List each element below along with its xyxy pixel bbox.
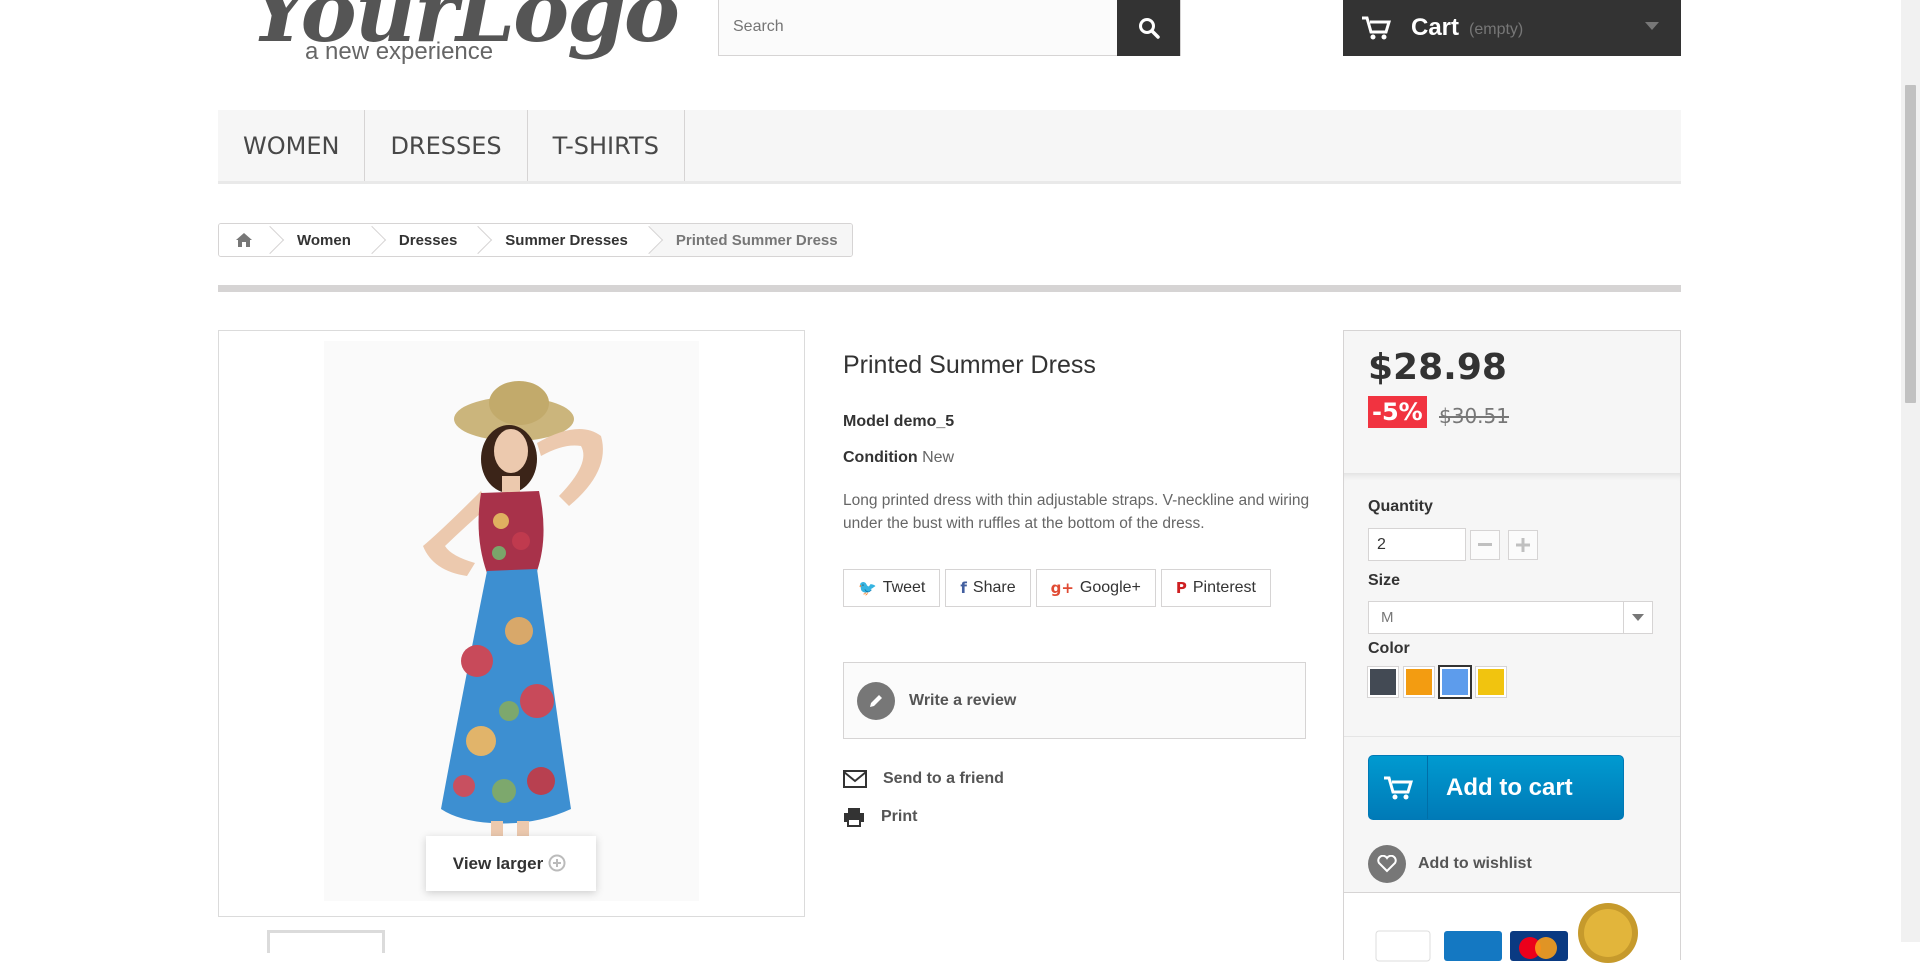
quantity-label: Quantity — [1368, 498, 1433, 515]
menu-item-women[interactable]: WOMEN — [218, 110, 366, 181]
main-menu: WOMEN DRESSES T-SHIRTS — [218, 110, 1681, 184]
condition-value: New — [922, 449, 955, 466]
pinterest-button[interactable]: P Pinterest — [1160, 569, 1271, 607]
search-box — [718, 0, 1181, 56]
logo-tagline: a new experience — [305, 38, 494, 65]
cart-dropdown[interactable]: Cart (empty) — [1343, 0, 1681, 56]
condition-label: Condition — [843, 449, 918, 466]
print-label: Print — [881, 808, 918, 825]
buy-box: $28.98 -5% $30.51 Quantity 2 Size M Colo… — [1343, 330, 1681, 963]
breadcrumb-dresses[interactable]: Dresses — [372, 224, 480, 256]
quantity-decrease-button[interactable] — [1470, 530, 1500, 560]
chevron-down-icon — [1645, 22, 1659, 30]
home-icon — [236, 233, 252, 247]
google-plus-label: Google+ — [1079, 579, 1141, 596]
color-swatch-dark[interactable] — [1368, 667, 1398, 697]
facebook-icon: f — [960, 579, 967, 597]
size-select[interactable]: M — [1368, 601, 1653, 634]
breadcrumb-summer-dresses[interactable]: Summer Dresses — [479, 224, 650, 256]
cart-icon — [1362, 16, 1391, 40]
add-to-wishlist-link[interactable]: Add to wishlist — [1368, 845, 1532, 883]
google-plus-icon: g+ — [1050, 579, 1074, 597]
payment-logos — [1344, 892, 1680, 963]
product-model: Model demo_5 — [843, 413, 954, 431]
product-image[interactable] — [218, 330, 805, 917]
breadcrumb: Women Dresses Summer Dresses Printed Sum… — [218, 223, 853, 257]
color-swatch-orange[interactable] — [1404, 667, 1434, 697]
quantity-increase-button[interactable] — [1508, 530, 1538, 560]
minus-icon — [1478, 543, 1492, 546]
price-area: $28.98 -5% $30.51 — [1344, 331, 1680, 474]
breadcrumb-women[interactable]: Women — [271, 224, 373, 256]
print-link[interactable]: Print — [843, 807, 917, 827]
discount-badge: -5% — [1368, 396, 1427, 428]
pinterest-icon: P — [1175, 579, 1187, 597]
model-value: demo_5 — [893, 413, 955, 430]
cart-label: Cart — [1411, 14, 1460, 41]
old-price: $30.51 — [1439, 404, 1509, 428]
scrollbar-thumb[interactable] — [1905, 85, 1916, 403]
product-options: Quantity 2 Size M Color — [1344, 474, 1680, 737]
add-to-cart-label: Add to cart — [1446, 773, 1573, 801]
site-logo[interactable]: YourLogo a new experience — [250, 0, 680, 70]
search-input[interactable] — [719, 0, 1127, 54]
model-label: Model — [843, 413, 890, 430]
facebook-share-button[interactable]: f Share — [945, 569, 1031, 607]
color-label: Color — [1368, 640, 1410, 657]
product-description: Long printed dress with thin adjustable … — [843, 492, 1310, 532]
cart-status: (empty) — [1469, 21, 1524, 38]
divider — [218, 285, 1681, 292]
breadcrumb-home[interactable] — [219, 224, 271, 256]
dress-model-image — [324, 341, 699, 901]
twitter-icon: 🐦 — [858, 579, 877, 597]
color-swatch-blue[interactable] — [1440, 667, 1470, 697]
add-to-wishlist-label: Add to wishlist — [1418, 855, 1532, 872]
cart-icon — [1369, 756, 1428, 819]
view-larger-button[interactable]: View larger — [426, 836, 596, 891]
plus-icon — [1516, 538, 1530, 552]
send-to-friend-label: Send to a friend — [883, 770, 1004, 787]
write-review-box: Write a review — [843, 662, 1306, 739]
social-share: 🐦 Tweet f Share g+ Google+ P Pinterest — [843, 569, 1271, 607]
write-review-link[interactable]: Write a review — [909, 692, 1016, 710]
tweet-button[interactable]: 🐦 Tweet — [843, 569, 941, 607]
tweet-label: Tweet — [882, 579, 926, 596]
add-to-cart-button[interactable]: Add to cart — [1368, 755, 1624, 820]
envelope-icon — [843, 770, 867, 788]
pencil-icon — [857, 681, 895, 720]
facebook-share-label: Share — [972, 579, 1016, 596]
printer-icon — [844, 808, 864, 827]
search-icon — [1138, 18, 1160, 39]
page-scrollbar[interactable] — [1901, 0, 1920, 942]
heart-icon — [1368, 845, 1406, 883]
menu-item-dresses[interactable]: DRESSES — [365, 110, 528, 181]
view-larger-label: View larger — [452, 853, 544, 873]
product-title: Printed Summer Dress — [843, 351, 1096, 379]
product-price: $28.98 — [1368, 347, 1507, 388]
product-condition: Condition New — [843, 449, 954, 467]
send-to-friend-link[interactable]: Send to a friend — [843, 770, 1004, 788]
size-value: M — [1381, 609, 1394, 626]
pinterest-label: Pinterest — [1192, 579, 1256, 596]
menu-item-tshirts[interactable]: T-SHIRTS — [528, 110, 685, 181]
breadcrumb-current: Printed Summer Dress — [649, 224, 852, 256]
zoom-in-icon — [548, 854, 566, 871]
google-plus-button[interactable]: g+ Google+ — [1035, 569, 1156, 607]
payment-cards-icon — [1375, 903, 1638, 963]
chevron-down-icon — [1623, 602, 1652, 633]
color-swatch-yellow[interactable] — [1476, 667, 1506, 697]
size-label: Size — [1368, 572, 1401, 589]
quantity-input[interactable]: 2 — [1368, 528, 1466, 561]
search-button[interactable] — [1117, 0, 1180, 56]
